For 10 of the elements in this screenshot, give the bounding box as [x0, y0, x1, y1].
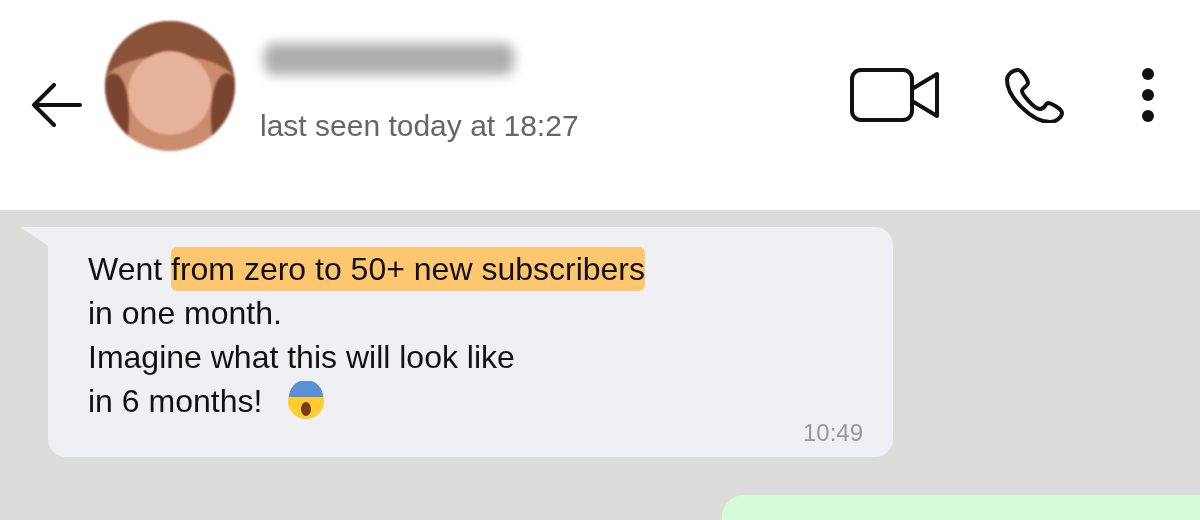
message-text: in one month. [88, 294, 282, 333]
message-text: in 6 months! [88, 382, 263, 421]
menu-icon[interactable] [1140, 67, 1156, 123]
highlighted-text: from zero to 50+ new subscribers [171, 247, 645, 291]
last-seen-status: last seen today at 18:27 [260, 109, 580, 143]
message-text: Went [88, 250, 164, 289]
video-call-icon[interactable] [850, 67, 940, 123]
back-arrow-icon[interactable] [30, 83, 82, 127]
message-text: Imagine what this will look like [88, 338, 515, 377]
message-time: 10:49 [801, 419, 863, 447]
